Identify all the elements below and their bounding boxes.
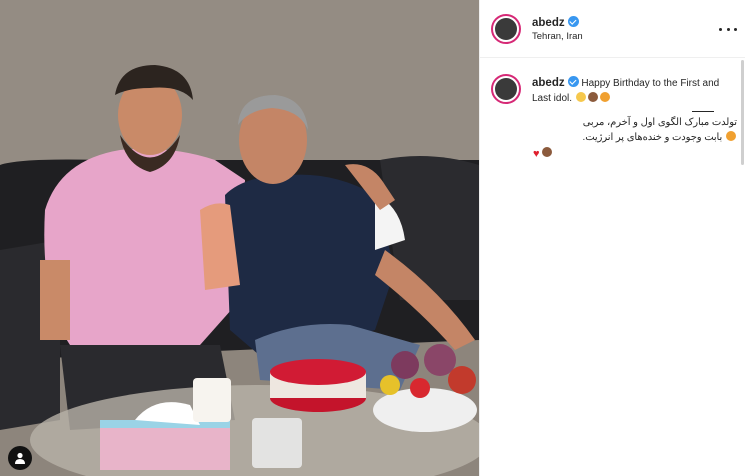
heart-emoji-icon: ♥ [533,148,540,161]
caption-avatar[interactable] [491,74,521,104]
caption-persian-line2: بابت وجودت و خنده‌های پر انرژیت. [532,130,737,146]
post-header: abedz Tehran, Iran [480,0,745,58]
user-tag-icon [15,452,25,464]
caption-separator [692,111,714,113]
verified-badge-icon [567,16,579,27]
user-tag-button[interactable] [8,446,32,470]
caption-emoji-line: ♥ [532,147,737,162]
cake-emoji-icon [587,91,598,102]
caption: abedz Happy Birthday to the First and La… [532,76,737,162]
family-emoji-icon [599,91,610,102]
more-options-button[interactable] [719,20,737,38]
family-emoji-icon [726,130,736,141]
scrollbar[interactable] [741,60,744,165]
cake-emoji-icon [541,147,552,158]
clap-emoji-icon [575,91,586,102]
verified-badge-icon [567,76,579,87]
post-photo[interactable] [0,0,479,476]
photo-scene [0,0,479,476]
more-horizontal-icon [719,27,722,31]
header-username-text[interactable]: abedz [532,17,565,29]
avatar[interactable] [491,14,521,44]
post-details-panel: abedz Tehran, Iran abedz Happy Birthday … [479,0,745,476]
caption-username[interactable]: abedz [532,77,565,89]
caption-persian-line1: تولدت مبارک الگوی اول و آخرم، مربی [582,117,737,129]
header-username[interactable]: abedz [532,16,579,29]
location-link[interactable]: Tehran, Iran [532,31,583,42]
